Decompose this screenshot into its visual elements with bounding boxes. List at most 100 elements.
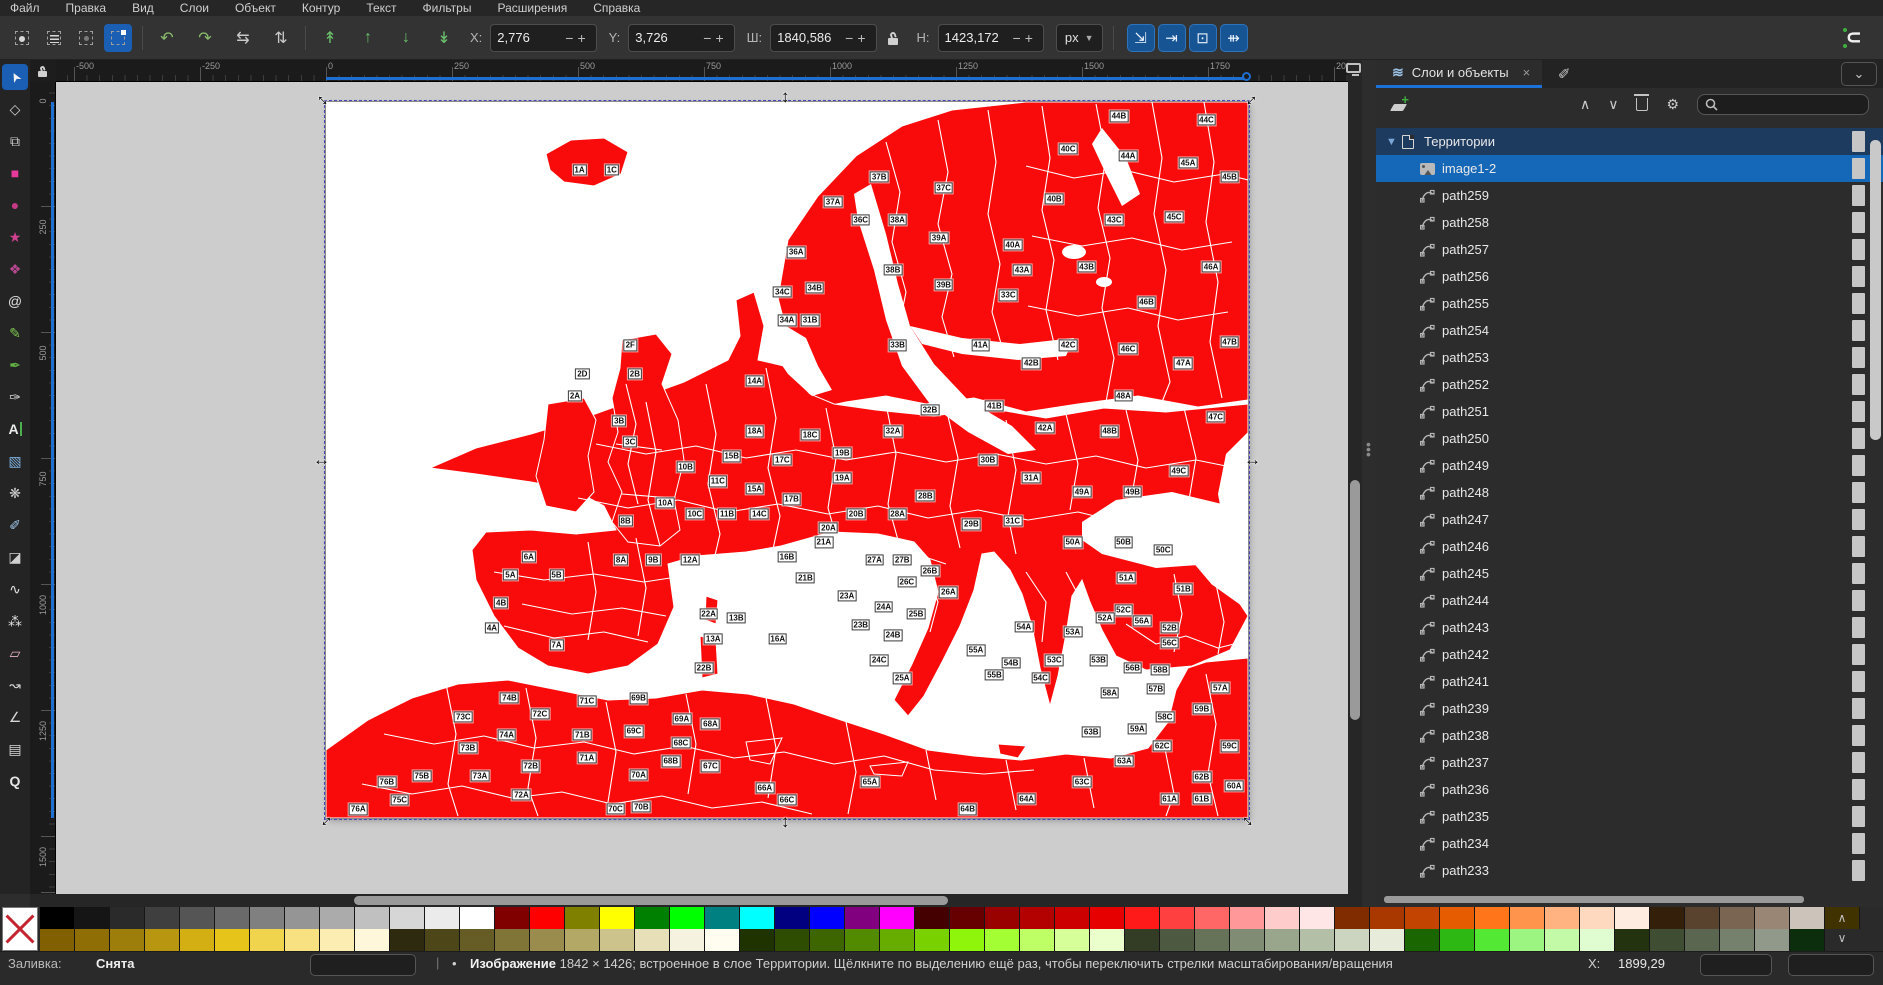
layer-row[interactable]: ▼ path255 [1376, 290, 1883, 317]
color-swatch[interactable] [985, 907, 1020, 929]
color-swatch[interactable] [1020, 929, 1055, 951]
layer-row[interactable]: ▼ path259 [1376, 182, 1883, 209]
row-visibility-toggle[interactable] [1852, 563, 1865, 584]
color-swatch[interactable] [285, 907, 320, 929]
color-swatch[interactable] [985, 929, 1020, 951]
color-swatch[interactable] [1405, 929, 1440, 951]
scrollbar-thumb[interactable] [1870, 140, 1881, 440]
color-swatch[interactable] [915, 929, 950, 951]
color-swatch[interactable] [845, 907, 880, 929]
row-visibility-toggle[interactable] [1852, 590, 1865, 611]
deselect-button[interactable] [72, 24, 100, 52]
row-visibility-toggle[interactable] [1852, 374, 1865, 395]
menu-item[interactable]: Объект [235, 1, 276, 15]
mesh-tool[interactable]: ❋ [2, 480, 28, 506]
color-swatch[interactable] [1300, 929, 1335, 951]
flip-vertical-button[interactable]: ⇅ [267, 24, 295, 52]
color-swatch[interactable] [600, 907, 635, 929]
color-swatch[interactable] [1615, 929, 1650, 951]
page-tool[interactable]: ▤ [2, 736, 28, 762]
color-swatch[interactable] [110, 907, 145, 929]
menu-item[interactable]: Вид [132, 1, 154, 15]
scrollbar-thumb[interactable] [1350, 480, 1360, 720]
lower-button[interactable]: ↓ [392, 24, 420, 52]
pen-tool[interactable]: ✒ [2, 352, 28, 378]
spiral-tool[interactable]: @ [2, 288, 28, 314]
color-swatch[interactable] [1685, 929, 1720, 951]
height-spinner[interactable]: −+ [1013, 30, 1037, 46]
row-visibility-toggle[interactable] [1852, 455, 1865, 476]
color-swatch[interactable] [1510, 907, 1545, 929]
menu-item[interactable]: Текст [366, 1, 396, 15]
row-visibility-toggle[interactable] [1852, 779, 1865, 800]
palette-scroll-down-button[interactable]: ∨ [1831, 929, 1853, 947]
row-visibility-toggle[interactable] [1852, 131, 1865, 152]
color-swatch[interactable] [1195, 907, 1230, 929]
row-visibility-toggle[interactable] [1852, 158, 1865, 179]
layer-row[interactable]: ▼ image1-2 [1376, 155, 1883, 182]
color-swatch[interactable] [215, 929, 250, 951]
color-swatch[interactable] [180, 907, 215, 929]
raise-to-top-button[interactable]: ↟ [316, 24, 344, 52]
canvas-horizontal-scrollbar[interactable] [30, 894, 1362, 907]
color-swatch[interactable] [1195, 929, 1230, 951]
layer-row[interactable]: ▼ path238 [1376, 722, 1883, 749]
move-down-button[interactable]: ∨ [1608, 96, 1618, 113]
color-swatch[interactable] [1265, 907, 1300, 929]
x-field[interactable]: 2,776 −+ [490, 23, 597, 52]
dropper-tool[interactable]: ✐ [2, 512, 28, 538]
row-visibility-toggle[interactable] [1852, 266, 1865, 287]
color-swatch[interactable] [1055, 929, 1090, 951]
color-swatch[interactable] [740, 907, 775, 929]
color-swatch[interactable] [880, 929, 915, 951]
expander-triangle-icon[interactable]: ▼ [1386, 136, 1402, 148]
width-field[interactable]: 1840,586 −+ [770, 23, 877, 52]
row-visibility-toggle[interactable] [1852, 347, 1865, 368]
color-swatch[interactable] [1265, 929, 1300, 951]
row-visibility-toggle[interactable] [1852, 806, 1865, 827]
color-swatch[interactable] [425, 929, 460, 951]
color-swatch[interactable] [285, 929, 320, 951]
move-up-button[interactable]: ∧ [1580, 96, 1590, 113]
color-swatch[interactable] [1475, 907, 1510, 929]
color-swatch[interactable] [1790, 907, 1825, 929]
color-swatch[interactable] [215, 907, 250, 929]
width-field-value[interactable]: 1840,586 [777, 30, 841, 45]
color-swatch[interactable] [565, 929, 600, 951]
color-swatch[interactable] [1160, 929, 1195, 951]
color-swatch[interactable] [250, 929, 285, 951]
color-swatch[interactable] [145, 929, 180, 951]
y-field[interactable]: 3,726 −+ [628, 23, 735, 52]
row-visibility-toggle[interactable] [1852, 239, 1865, 260]
layer-row[interactable]: ▼ path254 [1376, 317, 1883, 344]
color-swatch[interactable] [775, 929, 810, 951]
snap-controls-button[interactable]: ∪ [1839, 23, 1869, 53]
color-swatch[interactable] [355, 907, 390, 929]
layer-row[interactable]: ▼ path246 [1376, 533, 1883, 560]
menu-item[interactable]: Справка [593, 1, 640, 15]
connector-tool[interactable]: ↝ [2, 672, 28, 698]
row-visibility-toggle[interactable] [1852, 536, 1865, 557]
color-swatch[interactable] [1405, 907, 1440, 929]
color-swatch[interactable] [1335, 929, 1370, 951]
selector-tool[interactable]: ➤ [2, 64, 28, 90]
layer-row[interactable]: ▼ path257 [1376, 236, 1883, 263]
color-swatch[interactable] [600, 929, 635, 951]
color-swatch[interactable] [1580, 907, 1615, 929]
color-swatch[interactable] [180, 929, 215, 951]
color-swatch[interactable] [250, 907, 285, 929]
color-swatch[interactable] [775, 907, 810, 929]
layer-row[interactable]: ▼ path253 [1376, 344, 1883, 371]
color-swatch[interactable] [530, 907, 565, 929]
color-swatch[interactable] [1720, 907, 1755, 929]
color-swatch[interactable] [530, 929, 565, 951]
color-swatch[interactable] [1720, 929, 1755, 951]
add-layer-button[interactable]: + [1389, 92, 1410, 112]
color-swatch[interactable] [705, 929, 740, 951]
color-swatch[interactable] [1230, 907, 1265, 929]
scale-handle-bottom[interactable] [781, 813, 790, 830]
flip-horizontal-button[interactable]: ⇆ [229, 24, 257, 52]
layer-row[interactable]: ▼ path251 [1376, 398, 1883, 425]
panel-splitter[interactable]: • • • [1362, 60, 1376, 907]
color-swatch[interactable] [635, 907, 670, 929]
